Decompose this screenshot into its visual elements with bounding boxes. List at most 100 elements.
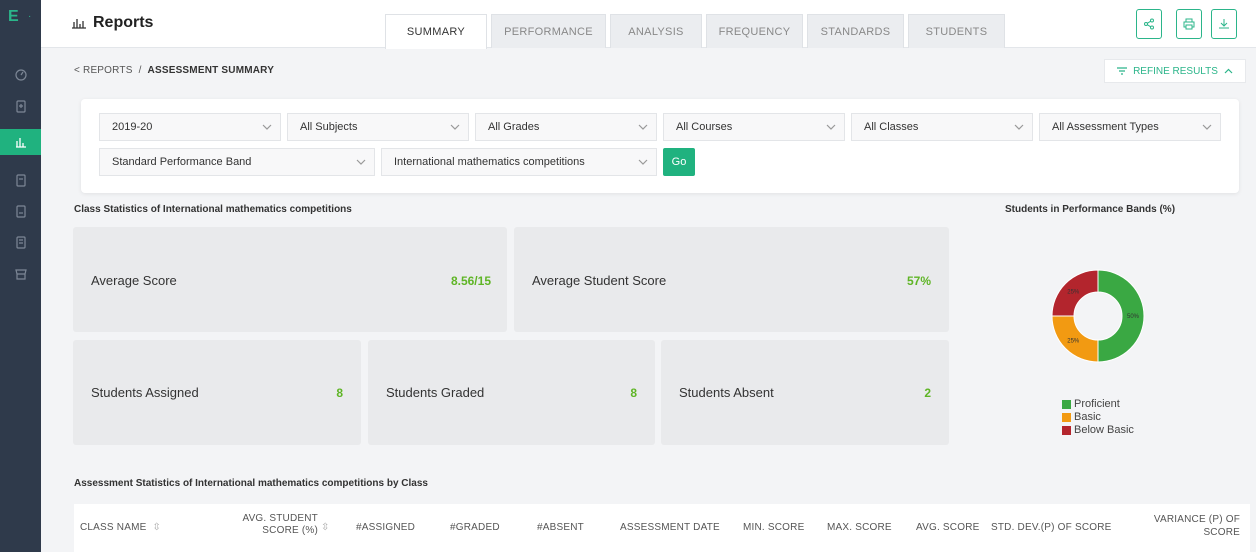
sidebar-item-store[interactable] (0, 261, 41, 287)
column-header-assessment-date[interactable]: ASSESSMENT DATE (620, 522, 720, 533)
column-header-absent[interactable]: #ABSENT (537, 522, 584, 533)
class-select[interactable]: All Classes (851, 113, 1033, 141)
chevron-down-icon (356, 159, 366, 165)
students-graded-value: 8 (630, 386, 637, 400)
legend-label-basic: Basic (1074, 411, 1101, 423)
donut-label-proficient: 50% (1127, 314, 1140, 320)
course-select[interactable]: All Courses (663, 113, 845, 141)
column-header-assigned[interactable]: #ASSIGNED (356, 522, 415, 533)
print-button[interactable] (1176, 9, 1202, 39)
download-icon (1219, 19, 1229, 29)
legend-item-proficient: Proficient (1062, 398, 1134, 411)
course-select-value: All Courses (676, 121, 733, 133)
students-graded-card: Students Graded 8 (368, 340, 655, 445)
subject-select-value: All Subjects (300, 121, 358, 133)
sidebar-item-reports[interactable] (0, 129, 41, 155)
sidebar-item-assignments[interactable] (0, 93, 41, 119)
assessment-icon (15, 174, 26, 187)
chevron-down-icon (638, 159, 648, 165)
class-select-value: All Classes (864, 121, 919, 133)
average-score-label: Average Score (91, 273, 177, 288)
breadcrumb-reports-link[interactable]: < REPORTS (74, 65, 133, 76)
year-select[interactable]: 2019-20 (99, 113, 281, 141)
chart-title: Students in Performance Bands (%) (1005, 204, 1176, 215)
sidebar: E · (0, 0, 41, 552)
breadcrumb-separator: / (138, 65, 142, 76)
share-button[interactable] (1136, 9, 1162, 39)
tab-analysis[interactable]: ANALYSIS (610, 14, 702, 48)
top-bar: Reports SUMMARY PERFORMANCE ANALYSIS FRE… (41, 0, 1256, 49)
store-icon (14, 269, 27, 280)
column-header-variance[interactable]: VARIANCE (P) OF SCORE (1140, 513, 1240, 539)
breadcrumb-current: ASSESSMENT SUMMARY (147, 65, 275, 76)
refine-results-label: REFINE RESULTS (1133, 65, 1218, 77)
chevron-up-icon (1224, 68, 1233, 74)
sidebar-item-dashboard[interactable] (0, 62, 41, 88)
assessment-select-value: International mathematics competitions (394, 156, 585, 168)
average-student-score-value: 57% (906, 274, 931, 288)
app-logo[interactable]: E (8, 8, 19, 26)
assessment-select[interactable]: International mathematics competitions (381, 148, 657, 176)
column-header-avg-student-score[interactable]: AVG. STUDENT SCORE (%) (222, 513, 318, 537)
tab-standards[interactable]: STANDARDS (807, 14, 904, 48)
grade-select[interactable]: All Grades (475, 113, 657, 141)
students-graded-label: Students Graded (386, 385, 485, 400)
app-logo-dot: · (28, 11, 32, 22)
donut-label-basic: 25% (1067, 339, 1080, 345)
download-button[interactable] (1211, 9, 1237, 39)
assessment-type-select-value: All Assessment Types (1052, 121, 1159, 133)
legend-swatch-proficient (1062, 400, 1071, 409)
share-icon (1144, 18, 1154, 30)
grade-select-value: All Grades (488, 121, 540, 133)
filters-panel: 2019-20 All Subjects All Grades All Cour… (81, 99, 1239, 193)
column-header-std-dev[interactable]: STD. DEV.(P) OF SCORE (991, 522, 1112, 533)
average-score-card: Average Score 8.56/15 (73, 227, 507, 332)
column-header-min-score[interactable]: MIN. SCORE (743, 522, 804, 533)
sort-icon[interactable]: ⇳ (152, 522, 161, 533)
column-header-avg-score[interactable]: AVG. SCORE (916, 522, 980, 533)
tab-performance[interactable]: PERFORMANCE (491, 14, 606, 48)
chevron-down-icon (638, 124, 648, 130)
students-assigned-card: Students Assigned 8 (73, 340, 361, 445)
subject-select[interactable]: All Subjects (287, 113, 469, 141)
clipboard-icon (15, 100, 26, 113)
chevron-down-icon (826, 124, 836, 130)
performance-band-select-value: Standard Performance Band (112, 156, 252, 168)
class-stats-title: Class Statistics of International mathem… (74, 204, 352, 215)
performance-bands-donut-chart: 50% 25% 25% (1051, 269, 1145, 363)
breadcrumb: < REPORTS / ASSESSMENT SUMMARY (74, 65, 274, 76)
legend-swatch-below-basic (1062, 426, 1071, 435)
donut-label-below-basic: 25% (1067, 289, 1080, 295)
tab-frequency[interactable]: FREQUENCY (706, 14, 803, 48)
tab-students[interactable]: STUDENTS (908, 14, 1005, 48)
tab-summary[interactable]: SUMMARY (385, 14, 487, 49)
print-icon (1183, 18, 1195, 30)
dashboard-icon (14, 69, 27, 81)
sort-icon[interactable]: ⇳ (321, 522, 330, 533)
sidebar-item-assessments[interactable] (0, 167, 41, 193)
column-header-avg-student-score-label: AVG. STUDENT SCORE (%) (242, 513, 318, 536)
performance-band-select[interactable]: Standard Performance Band (99, 148, 375, 176)
page-title-group: Reports (71, 14, 153, 32)
legend-label-proficient: Proficient (1074, 398, 1120, 410)
chevron-down-icon (450, 124, 460, 130)
report-tabs: SUMMARY PERFORMANCE ANALYSIS FREQUENCY S… (385, 14, 1009, 49)
students-absent-label: Students Absent (679, 385, 774, 400)
year-select-value: 2019-20 (112, 121, 153, 133)
students-assigned-label: Students Assigned (91, 385, 199, 400)
students-assigned-value: 8 (336, 386, 343, 400)
filter-icon (1117, 67, 1128, 75)
refine-results-button[interactable]: REFINE RESULTS (1104, 59, 1246, 83)
assessment-type-select[interactable]: All Assessment Types (1039, 113, 1221, 141)
legend-item-basic: Basic (1062, 411, 1134, 424)
column-header-graded[interactable]: #GRADED (450, 522, 500, 533)
sidebar-item-items[interactable] (0, 198, 41, 224)
sidebar-item-documents[interactable] (0, 229, 41, 255)
legend-swatch-basic (1062, 413, 1071, 422)
column-header-max-score[interactable]: MAX. SCORE (827, 522, 892, 533)
column-header-class-name[interactable]: CLASS NAME ⇳ (80, 522, 161, 533)
go-button[interactable]: Go (663, 148, 695, 176)
assignment-icon (15, 205, 26, 218)
chart-legend: Proficient Basic Below Basic (1062, 398, 1134, 437)
column-header-class-name-label: CLASS NAME (80, 522, 147, 533)
